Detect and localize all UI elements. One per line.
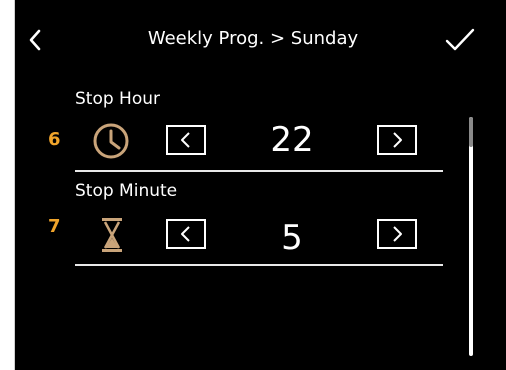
stop-hour-increment-button[interactable] bbox=[377, 125, 417, 155]
stop-hour-value: 22 bbox=[270, 120, 314, 160]
stop-minute-value: 5 bbox=[281, 218, 303, 258]
chevron-left-icon bbox=[181, 132, 190, 148]
checkmark-icon bbox=[445, 28, 475, 51]
row-marker-7: 7 bbox=[48, 216, 61, 237]
left-edge bbox=[0, 0, 15, 370]
scrollbar-thumb[interactable] bbox=[469, 117, 473, 147]
stop-hour-decrement-button[interactable] bbox=[166, 125, 206, 155]
stop-minute-decrement-button[interactable] bbox=[166, 219, 206, 249]
row-divider bbox=[75, 170, 443, 172]
chevron-right-icon bbox=[393, 226, 402, 242]
chevron-right-icon bbox=[393, 132, 402, 148]
stop-hour-label: Stop Hour bbox=[75, 89, 160, 109]
scrollbar-track[interactable] bbox=[469, 117, 473, 356]
row-marker-6: 6 bbox=[48, 129, 61, 150]
row-divider bbox=[75, 264, 443, 266]
stop-minute-label: Stop Minute bbox=[75, 181, 178, 201]
hourglass-icon bbox=[100, 216, 124, 260]
page-title: Weekly Prog. > Sunday bbox=[147, 28, 359, 49]
confirm-button[interactable] bbox=[444, 27, 476, 53]
chevron-left-icon bbox=[181, 226, 190, 242]
clock-icon bbox=[92, 122, 130, 164]
stop-minute-increment-button[interactable] bbox=[377, 219, 417, 249]
